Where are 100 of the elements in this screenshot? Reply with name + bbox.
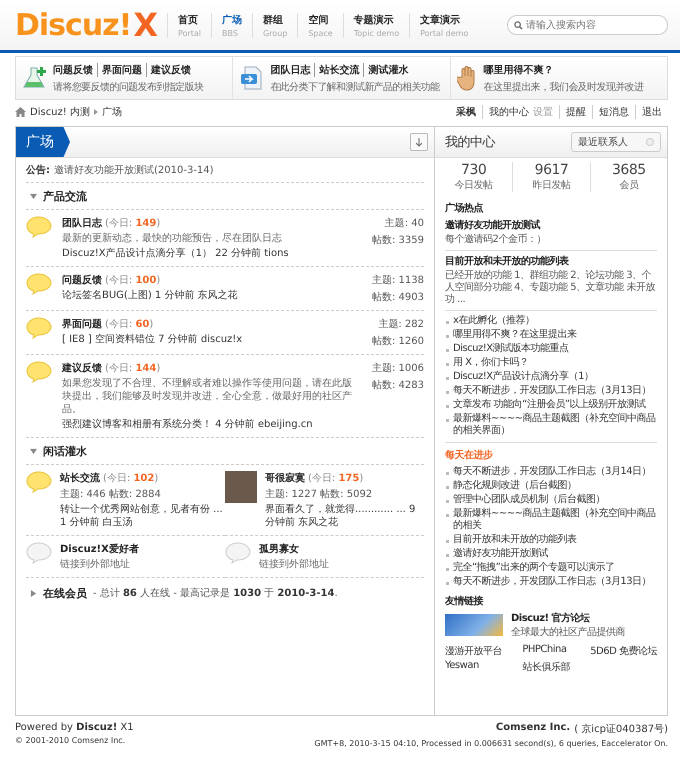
friend-link[interactable]: 5D6D 免费论坛 — [590, 644, 657, 658]
user-menu-link[interactable]: 短消息 — [599, 105, 629, 119]
thread-link[interactable]: 用 X，你们卡吗？ — [445, 356, 657, 370]
banner-placeholder[interactable] — [445, 614, 503, 636]
thread-link[interactable]: Discuz!X测试版本功能重点 — [445, 342, 657, 356]
featured-title[interactable]: 目前开放和未开放的功能列表 — [445, 254, 657, 268]
category-title[interactable]: 闲话灌水 — [43, 444, 87, 458]
forum-title[interactable]: Discuz!X爱好者 — [60, 542, 139, 556]
nav-tab[interactable]: 群组 Group — [252, 12, 298, 38]
promo-link[interactable]: 团队日志 — [270, 62, 314, 76]
post-count: 帖数: 3359 — [372, 234, 424, 247]
promo-link[interactable]: 测试灌水 — [363, 62, 412, 76]
thread-link[interactable]: x在此孵化（推荐） — [445, 314, 657, 328]
nav-tab[interactable]: 文章演示 Portal demo — [409, 12, 478, 38]
company-link[interactable]: Comsenz Inc. — [496, 722, 570, 736]
thread-link[interactable]: 邀请好友功能开放测试 — [445, 547, 657, 561]
announcement-link[interactable]: 邀请好友功能开放测试(2010-3-14) — [54, 163, 214, 177]
friend-link[interactable]: 漫游开放平台 — [445, 644, 502, 658]
nav-tab[interactable]: 空间 Space — [297, 12, 343, 38]
breadcrumb-link[interactable]: 广场 — [102, 105, 122, 119]
section-heading: 广场热点 — [445, 201, 484, 215]
forum-title[interactable]: 站长交流 — [60, 471, 100, 485]
user-menu-link[interactable]: 我的中心 — [489, 105, 529, 119]
stat-value: 9617 — [534, 162, 568, 178]
caret-icon[interactable] — [30, 192, 37, 200]
stat-value: 730 — [461, 162, 486, 178]
copyright-text: © 2001-2010 Comsenz Inc. — [15, 736, 126, 745]
topic-count: 主题: 40 — [384, 216, 424, 230]
promo-link[interactable]: 界面问题 — [97, 62, 146, 76]
thread-link[interactable]: 每天不断进步，开发团队工作日志（3月14日） — [445, 465, 657, 479]
category-title[interactable]: 产品交流 — [43, 188, 87, 204]
friend-link[interactable]: 站长俱乐部 — [522, 660, 570, 674]
promo-link[interactable]: 站长交流 — [314, 62, 364, 76]
collapse-button[interactable] — [410, 133, 428, 151]
today-count: (今日: 144) — [105, 362, 160, 375]
post-count: 帖数: 1260 — [372, 334, 424, 348]
breadcrumb-link[interactable]: Discuz! 内测 — [30, 105, 90, 119]
nav-tab[interactable]: 广场 BBS — [210, 12, 252, 38]
thread-link[interactable]: 每天不断进步，开发团队工作日志（3月13日） — [445, 575, 657, 589]
topic-count: 主题: 282 — [378, 318, 424, 331]
promo-link[interactable]: 问题反馈 — [53, 62, 97, 76]
promo-link[interactable]: 建议反馈 — [146, 62, 195, 76]
forum-photo-placeholder — [225, 471, 257, 503]
last-post[interactable]: Discuz!X产品设计点滴分享（1） 22 分钟前 tions — [62, 247, 354, 260]
forum-title[interactable]: 问题反馈 — [62, 273, 102, 287]
promo-description: 在这里提出来，我们会及时发现并改进 — [484, 80, 644, 94]
thread-link[interactable]: 目前开放和未开放的功能列表 — [445, 533, 657, 547]
today-count: (今日: 102) — [103, 472, 158, 485]
thread-link[interactable]: Discuz!X产品设计点滴分享（1） — [445, 370, 657, 384]
friend-link[interactable]: PHPChina — [522, 644, 570, 658]
nav-tab[interactable]: 首页 Portal — [167, 12, 211, 38]
caret-icon[interactable] — [30, 448, 37, 454]
nav-tab[interactable]: 专题演示 Topic demo — [342, 12, 410, 38]
forum-title[interactable]: 孤男寡女 — [259, 542, 299, 556]
speech-bubble-icon — [26, 273, 52, 295]
thread-link[interactable]: 最新爆料~~~~商品主题截图（补充空间中商品的相关界面） — [445, 412, 657, 438]
powered-by-text: Powered by Discuz! X1 — [15, 722, 134, 733]
featured-title[interactable]: Discuz! 官方论坛 — [511, 611, 657, 625]
contacts-dropdown[interactable]: 最近联系人 — [571, 132, 661, 152]
caret-icon[interactable] — [30, 590, 37, 596]
forum-description: 如果您发现了不合理、不理解或者难以操作等使用问题，请在此版块提出，我们能够及时发现并改进，全心全意，做最好用的社区产品。 — [62, 377, 353, 416]
user-menu-link[interactable]: 提醒 — [566, 105, 586, 119]
forum-title[interactable]: 团队日志 — [62, 216, 102, 230]
friend-link[interactable]: Yeswan — [445, 660, 502, 674]
forum-stats: 主题: 446 帖数: 2884 — [60, 488, 162, 501]
user-menu-link[interactable]: 退出 — [642, 105, 662, 119]
thread-link[interactable]: 静态化规则改进（后台截图） — [445, 479, 657, 493]
stat-label: 昨日发帖 — [532, 178, 570, 192]
thread-link[interactable]: 完全“拖拽”出来的两个专题可以演示了 — [445, 561, 657, 575]
online-members-title[interactable]: 在线会员 — [43, 586, 87, 600]
featured-summary: 每个邀请码2个金币：） — [445, 234, 547, 246]
last-post[interactable]: 强烈建议博客和相册有系统分类！ 4 分钟前 ebeijing.cn — [62, 418, 354, 431]
today-count: (今日: 100) — [105, 274, 160, 287]
speech-bubble-icon — [225, 542, 251, 564]
last-post[interactable]: 转让一个优秀网站创意，见者有份 ... 1 分钟前 白玉汤 — [60, 503, 225, 529]
forum-title[interactable]: 界面问题 — [62, 317, 102, 331]
user-menu-link[interactable]: 采枫 — [456, 105, 476, 119]
featured-summary: 全球最大的社区产品提供商 — [511, 627, 626, 639]
panel-title: 我的中心 — [445, 134, 495, 151]
icp-link[interactable]: ( 京icp证040387号) — [574, 722, 668, 736]
post-count: 帖数: 4903 — [372, 290, 424, 304]
thread-link[interactable]: 文章发布 功能向“注册会员”以上级别开放测试 — [445, 398, 657, 412]
promo-link[interactable]: 哪里用得不爽？ — [484, 62, 558, 76]
last-post[interactable]: 论坛签名BUG(上图) 1 分钟前 东风之花 — [62, 289, 354, 302]
thread-link[interactable]: 每天不断进步，开发团队工作日志（3月13日） — [445, 384, 657, 398]
last-post[interactable]: [ IE8 ] 空间资料错位 7 分钟前 discuz!x — [62, 333, 354, 346]
thread-link[interactable]: 管理中心团队成员机制（后台截图） — [445, 493, 657, 507]
forum-title[interactable]: 哥很寂寞 — [265, 471, 305, 485]
promo-description: 在此分类下了解和测试新产品的相关功能 — [270, 80, 440, 94]
online-summary: - 总计 86 人在线 - 最高记录是 1030 于 2010-3-14. — [93, 586, 338, 600]
stat-label: 今日发帖 — [454, 178, 493, 192]
thread-link[interactable]: 最新爆料~~~~商品主题截图（补充空间中商品的相关 — [445, 507, 657, 533]
thread-link[interactable]: 哪里用得不爽？在这里提出来 — [445, 328, 657, 342]
search-field[interactable]: 请输入搜索内容 — [507, 15, 668, 35]
home-icon[interactable] — [15, 107, 26, 117]
search-icon — [514, 21, 523, 30]
stat-value: 3685 — [612, 162, 646, 178]
last-post[interactable]: 界面看久了，就觉得............ ... 9 分钟前 东风之花 — [265, 503, 424, 529]
forum-title[interactable]: 建议反馈 — [62, 361, 102, 375]
featured-title[interactable]: 邀请好友功能开放测试 — [445, 218, 657, 232]
